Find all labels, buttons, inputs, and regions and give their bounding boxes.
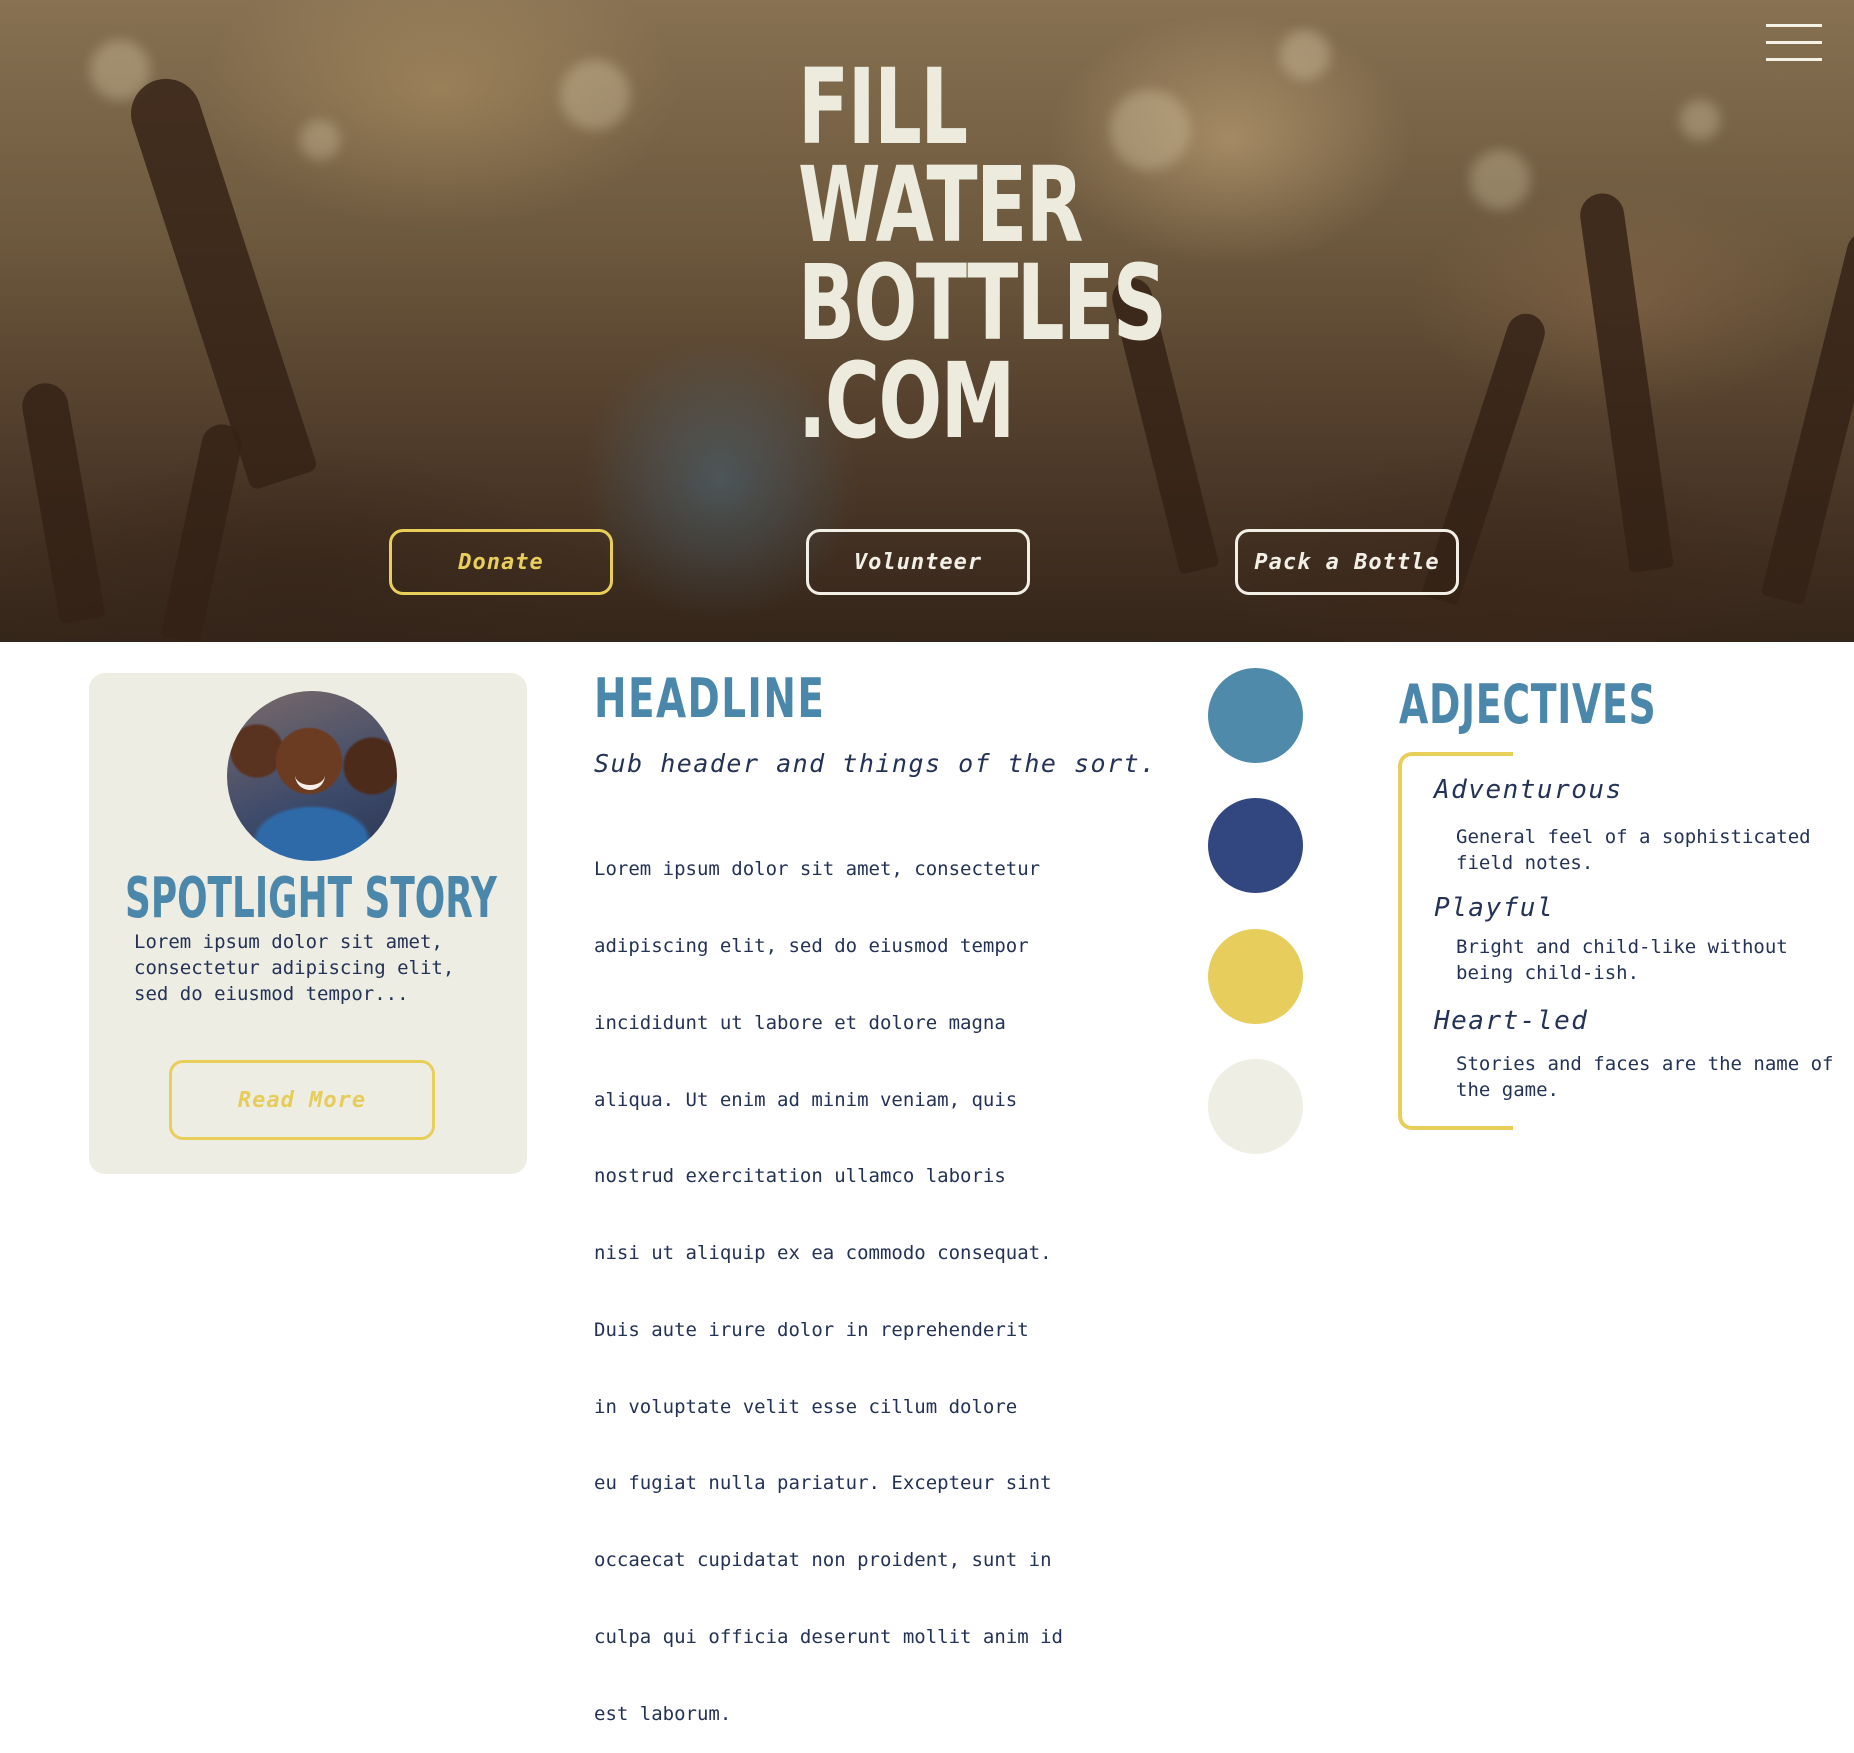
body-line: est laborum. [594, 1702, 732, 1725]
adjective-description: Stories and faces are the name of the ga… [1456, 1053, 1834, 1101]
body-line: in voluptate velit esse cillum dolore [594, 1395, 1018, 1418]
hero-banner: FILL WATER BOTTLES .COM Donate Volunteer… [0, 0, 1854, 642]
adjectives-title: ADJECTIVES [1399, 673, 1657, 736]
color-swatch-cream [1208, 1059, 1303, 1154]
spotlight-avatar [227, 691, 397, 861]
color-swatch-navy [1208, 798, 1303, 893]
body-line: Lorem ipsum dolor sit amet, consectetur [594, 858, 1041, 881]
site-title-line: FILL [798, 46, 968, 168]
color-swatch-blue [1208, 668, 1303, 763]
hamburger-menu-icon[interactable] [1766, 24, 1822, 62]
site-title: FILL WATER BOTTLES .COM [798, 46, 1167, 462]
spotlight-text: Lorem ipsum dolor sit amet, consectetur … [134, 931, 455, 1005]
pack-a-bottle-button[interactable]: Pack a Bottle [1235, 529, 1459, 595]
color-swatch-yellow [1208, 929, 1303, 1024]
adjective-description: Bright and child-like without being chil… [1456, 936, 1788, 984]
body-line: culpa qui officia deserunt mollit anim i… [594, 1626, 1063, 1648]
adjective-name: Adventurous [1434, 775, 1623, 805]
body-line: incididunt ut labore et dolore magna [594, 1011, 1006, 1034]
donate-button[interactable]: Donate [389, 529, 613, 595]
adjective-name: Playful [1434, 893, 1555, 923]
body-text: Lorem ipsum dolor sit amet, consectetur … [594, 806, 1194, 1753]
body-line: Duis aute irure dolor in reprehenderit [594, 1318, 1029, 1341]
spotlight-card: SPOTLIGHT STORY Lorem ipsum dolor sit am… [89, 673, 527, 1174]
site-title-line: BOTTLES [798, 242, 1167, 364]
body-line: adipiscing elit, sed do eiusmod tempor [594, 934, 1029, 957]
adjective-name: Heart-led [1434, 1006, 1589, 1036]
headline: HEADLINE [594, 667, 826, 730]
site-title-line: .COM [798, 340, 1015, 462]
volunteer-button[interactable]: Volunteer [806, 529, 1030, 595]
body-line: nostrud exercitation ullamco laboris [594, 1165, 1006, 1188]
body-line: aliqua. Ut enim ad minim veniam, quis [594, 1088, 1018, 1111]
spotlight-title: SPOTLIGHT STORY [125, 866, 497, 931]
site-title-line: WATER [798, 144, 1084, 266]
subheader: Sub header and things of the sort. [594, 749, 1157, 778]
body-line: eu fugiat nulla pariatur. Excepteur sint [594, 1472, 1052, 1495]
body-line: occaecat cupidatat non proident, sunt in [594, 1549, 1052, 1572]
read-more-button[interactable]: Read More [169, 1060, 435, 1140]
body-line: nisi ut aliquip ex ea commodo consequat. [594, 1242, 1052, 1265]
adjective-description: General feel of a sophisticated field no… [1456, 826, 1811, 874]
